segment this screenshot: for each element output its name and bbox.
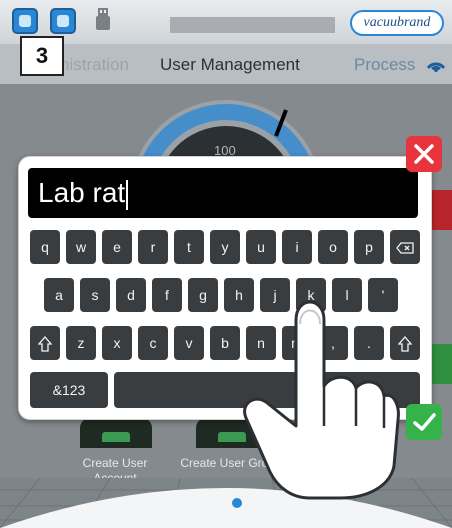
key-d[interactable]: d [116, 278, 146, 312]
backspace-icon [396, 242, 414, 254]
shift-icon [37, 336, 53, 352]
key-i[interactable]: i [282, 230, 312, 264]
key-q[interactable]: q [30, 230, 60, 264]
tab-user-management[interactable]: User Management [160, 55, 300, 75]
text-caret [126, 179, 129, 210]
key-b[interactable]: b [210, 326, 240, 360]
input-value: Lab rat [38, 177, 126, 208]
home-icon[interactable] [12, 8, 38, 34]
tab-administration[interactable]: nistration [60, 55, 129, 75]
pointing-hand-icon [243, 300, 400, 500]
close-icon [414, 144, 434, 164]
key-y[interactable]: y [210, 230, 240, 264]
device-screen: vacuubrand nistration User Management Pr… [0, 0, 452, 528]
key-r[interactable]: r [138, 230, 168, 264]
checkmark-icon [413, 413, 436, 431]
key-x[interactable]: x [102, 326, 132, 360]
key-v[interactable]: v [174, 326, 204, 360]
key-t[interactable]: t [174, 230, 204, 264]
key-e[interactable]: e [102, 230, 132, 264]
usb-icon [96, 8, 110, 30]
backspace-key[interactable] [390, 230, 420, 264]
text-input-field[interactable]: Lab rat [28, 168, 418, 218]
key-s[interactable]: s [80, 278, 110, 312]
vacuubrand-logo: vacuubrand [350, 10, 444, 36]
step-number-badge: 3 [20, 36, 64, 76]
process-icon [426, 62, 446, 72]
key-c[interactable]: c [138, 326, 168, 360]
title-bar [170, 17, 335, 33]
key-z[interactable]: z [66, 326, 96, 360]
user-icon[interactable] [50, 8, 76, 34]
key-a[interactable]: a [44, 278, 74, 312]
key-u[interactable]: u [246, 230, 276, 264]
create-user-account-icon[interactable] [80, 418, 152, 448]
confirm-button[interactable] [406, 404, 442, 440]
key-w[interactable]: w [66, 230, 96, 264]
tab-process[interactable]: Process [354, 55, 415, 75]
key-o[interactable]: o [318, 230, 348, 264]
key-g[interactable]: g [188, 278, 218, 312]
shift-key-left[interactable] [30, 326, 60, 360]
close-button[interactable] [406, 136, 442, 172]
numbers-mode-key[interactable]: &123 [30, 372, 108, 408]
shift-icon [397, 336, 413, 352]
key-p[interactable]: p [354, 230, 384, 264]
key-f[interactable]: f [152, 278, 182, 312]
